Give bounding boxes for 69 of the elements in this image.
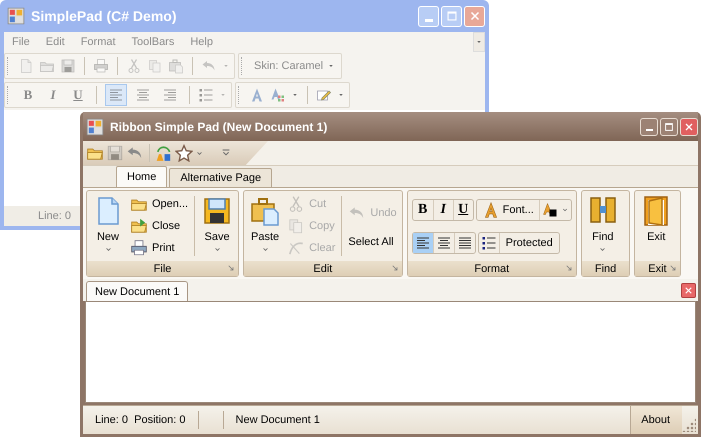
copy-icon (147, 58, 163, 74)
align-lines-icon (414, 234, 431, 250)
dialog-launcher-icon (390, 264, 399, 272)
dialog-launcher-icon (227, 264, 236, 272)
clipboard-icon (249, 195, 282, 227)
document-icon (18, 58, 34, 74)
printer-icon (130, 239, 148, 257)
align-button[interactable] (412, 232, 433, 252)
ribbon-button[interactable]: New (90, 193, 126, 259)
minimize-button[interactable] (640, 118, 658, 136)
ribbon-button[interactable]: Open... (128, 194, 190, 214)
ribbon-button[interactable]: Paste (247, 193, 284, 259)
status-text: Line: 0 Position: 0 (94, 414, 187, 426)
align-lines-icon (436, 234, 452, 250)
align-lines-icon (108, 87, 124, 103)
ribbon-button[interactable]: Find (584, 193, 621, 259)
dialog-launcher-button[interactable] (227, 264, 236, 272)
status-text: Line: 0 (38, 210, 72, 222)
spell-check-icon (155, 144, 173, 162)
dialog-launcher-button[interactable] (390, 264, 399, 272)
ribbon-button[interactable]: Select All (346, 235, 399, 249)
window-title: SimplePad (C# Demo) (31, 8, 176, 24)
list-icon (198, 87, 214, 103)
font-icon (249, 87, 265, 103)
maximize-button[interactable] (660, 118, 678, 136)
star-icon (175, 144, 193, 162)
close-icon (683, 120, 695, 132)
group-caption: Format (474, 262, 510, 274)
text-style-button[interactable]: I (432, 200, 453, 220)
close-icon (683, 284, 694, 296)
ribbon-tab[interactable]: Home (116, 166, 168, 187)
group-caption: Find (594, 262, 616, 274)
minimize-icon (424, 18, 432, 22)
text-style-button[interactable]: B (412, 200, 433, 220)
app-icon (7, 7, 25, 25)
align-lines-icon (162, 87, 178, 103)
maximize-icon (663, 120, 675, 132)
resize-grip[interactable] (682, 418, 696, 432)
status-text: New Document 1 (234, 414, 321, 426)
align-lines-icon (456, 234, 473, 250)
group-caption: File (154, 262, 172, 274)
list-icon (480, 234, 497, 250)
window-title: Ribbon Simple Pad (New Document 1) (110, 120, 328, 134)
maximize-icon (444, 9, 458, 23)
ribbon-button[interactable]: Save (199, 193, 236, 259)
close-button[interactable] (681, 282, 696, 298)
text-area[interactable] (85, 301, 696, 403)
group-caption: Edit (313, 262, 332, 274)
ribbon-button[interactable]: Close (128, 216, 190, 236)
clipboard-icon (168, 58, 184, 74)
text-style-button[interactable]: U (452, 200, 473, 220)
dialog-launcher-icon (668, 264, 677, 272)
scissors-icon (126, 58, 142, 74)
printer-icon (93, 58, 109, 74)
document-tab[interactable]: New Document 1 (86, 281, 188, 301)
dialog-launcher-icon (564, 264, 573, 272)
app-icon (86, 118, 104, 136)
font-color-icon (270, 87, 286, 103)
about-button[interactable]: About (630, 406, 682, 434)
ribbon-button[interactable]: Print (128, 238, 190, 258)
align-lines-icon (135, 87, 151, 103)
group-caption: Exit (648, 262, 667, 274)
font-color-icon (542, 202, 558, 218)
dialog-launcher-button[interactable] (564, 264, 573, 272)
ribbon-tab[interactable]: Alternative Page (169, 168, 272, 187)
dialog-launcher-button[interactable] (668, 264, 677, 272)
ribbon-button[interactable]: Exit (638, 193, 674, 259)
folder-arrow-icon (130, 217, 148, 235)
minimize-icon (646, 129, 652, 131)
